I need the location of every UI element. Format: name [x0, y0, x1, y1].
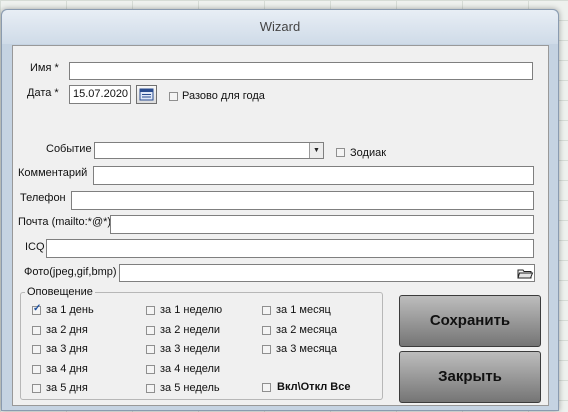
- notify-checkbox[interactable]: [32, 384, 41, 393]
- notify-checkbox[interactable]: [32, 325, 41, 335]
- photo-field[interactable]: [119, 264, 535, 282]
- notify-option-label: за 4 недели: [160, 362, 221, 375]
- event-label: Событие: [46, 143, 92, 155]
- window-title: Wizard: [259, 19, 301, 34]
- notify-checkbox[interactable]: [146, 364, 155, 374]
- notify-checkbox[interactable]: [262, 325, 271, 335]
- date-label: Дата *: [27, 87, 59, 99]
- notify-option-label: за 5 недель: [160, 382, 220, 394]
- title-bar[interactable]: Wizard: [2, 10, 558, 44]
- notify-option-label: за 2 дня: [46, 323, 88, 336]
- calendar-button[interactable]: [136, 85, 157, 104]
- notify-option-label: за 1 день: [46, 304, 94, 316]
- notify-option-label: за 5 дня: [46, 382, 88, 394]
- open-folder-button[interactable]: [516, 265, 534, 281]
- once-label: Разово для года: [182, 90, 265, 102]
- toggle-all-checkbox[interactable]: [262, 383, 271, 392]
- comment-label: Комментарий: [18, 167, 88, 179]
- zodiac-label: Зодиак: [350, 147, 387, 159]
- notify-option-label: за 3 месяца: [276, 343, 337, 355]
- notify-checkbox[interactable]: [32, 303, 41, 315]
- notification-group: Оповещение за 1 день за 2 дня за 3 дня за 4…: [20, 286, 383, 400]
- notify-option-label: за 1 месяц: [276, 304, 331, 316]
- name-field[interactable]: [69, 62, 533, 80]
- notification-title: Оповещение: [25, 286, 95, 298]
- save-button[interactable]: Сохранить: [399, 295, 541, 347]
- email-field[interactable]: [110, 215, 534, 234]
- notify-option-label: за 2 недели: [160, 323, 221, 336]
- notify-checkbox[interactable]: [146, 306, 155, 315]
- notify-option-label: за 3 дня: [46, 343, 88, 355]
- event-combo[interactable]: ▼: [94, 142, 324, 159]
- wizard-window: Wizard Имя * Дата * 15.07.2020 Разово дл…: [1, 9, 559, 411]
- photo-label: Фото(jpeg,gif,bmp): [24, 266, 117, 278]
- phone-field[interactable]: [71, 191, 534, 210]
- notify-option-label: за 2 месяца: [276, 323, 337, 336]
- notify-checkbox[interactable]: [146, 345, 155, 354]
- toggle-all-label: Вкл\Откл Все: [277, 381, 351, 393]
- phone-label: Телефон: [20, 192, 66, 204]
- comment-field[interactable]: [93, 166, 534, 185]
- chevron-down-icon[interactable]: ▼: [309, 143, 323, 158]
- notify-option-label: за 3 недели: [160, 343, 221, 355]
- notify-checkbox[interactable]: [262, 306, 271, 315]
- close-button[interactable]: Закрыть: [399, 351, 541, 403]
- form-panel: Имя * Дата * 15.07.2020 Разово для года …: [12, 45, 549, 406]
- zodiac-checkbox[interactable]: [336, 148, 345, 157]
- notify-option-label: за 4 дня: [46, 362, 88, 375]
- notify-checkbox[interactable]: [146, 384, 155, 393]
- notify-option-label: за 1 неделю: [160, 304, 223, 316]
- name-label: Имя *: [30, 62, 59, 74]
- notify-checkbox[interactable]: [262, 345, 271, 354]
- icq-field[interactable]: [46, 239, 534, 258]
- folder-icon: [517, 269, 534, 279]
- notify-checkbox[interactable]: [146, 325, 155, 335]
- date-field[interactable]: 15.07.2020: [69, 85, 131, 104]
- email-label: Почта (mailto:*@*): [18, 216, 112, 228]
- once-checkbox[interactable]: [169, 92, 178, 101]
- notify-checkbox[interactable]: [32, 364, 41, 374]
- icq-label: ICQ: [25, 241, 45, 253]
- calendar-icon: [139, 88, 154, 101]
- notify-checkbox[interactable]: [32, 345, 41, 354]
